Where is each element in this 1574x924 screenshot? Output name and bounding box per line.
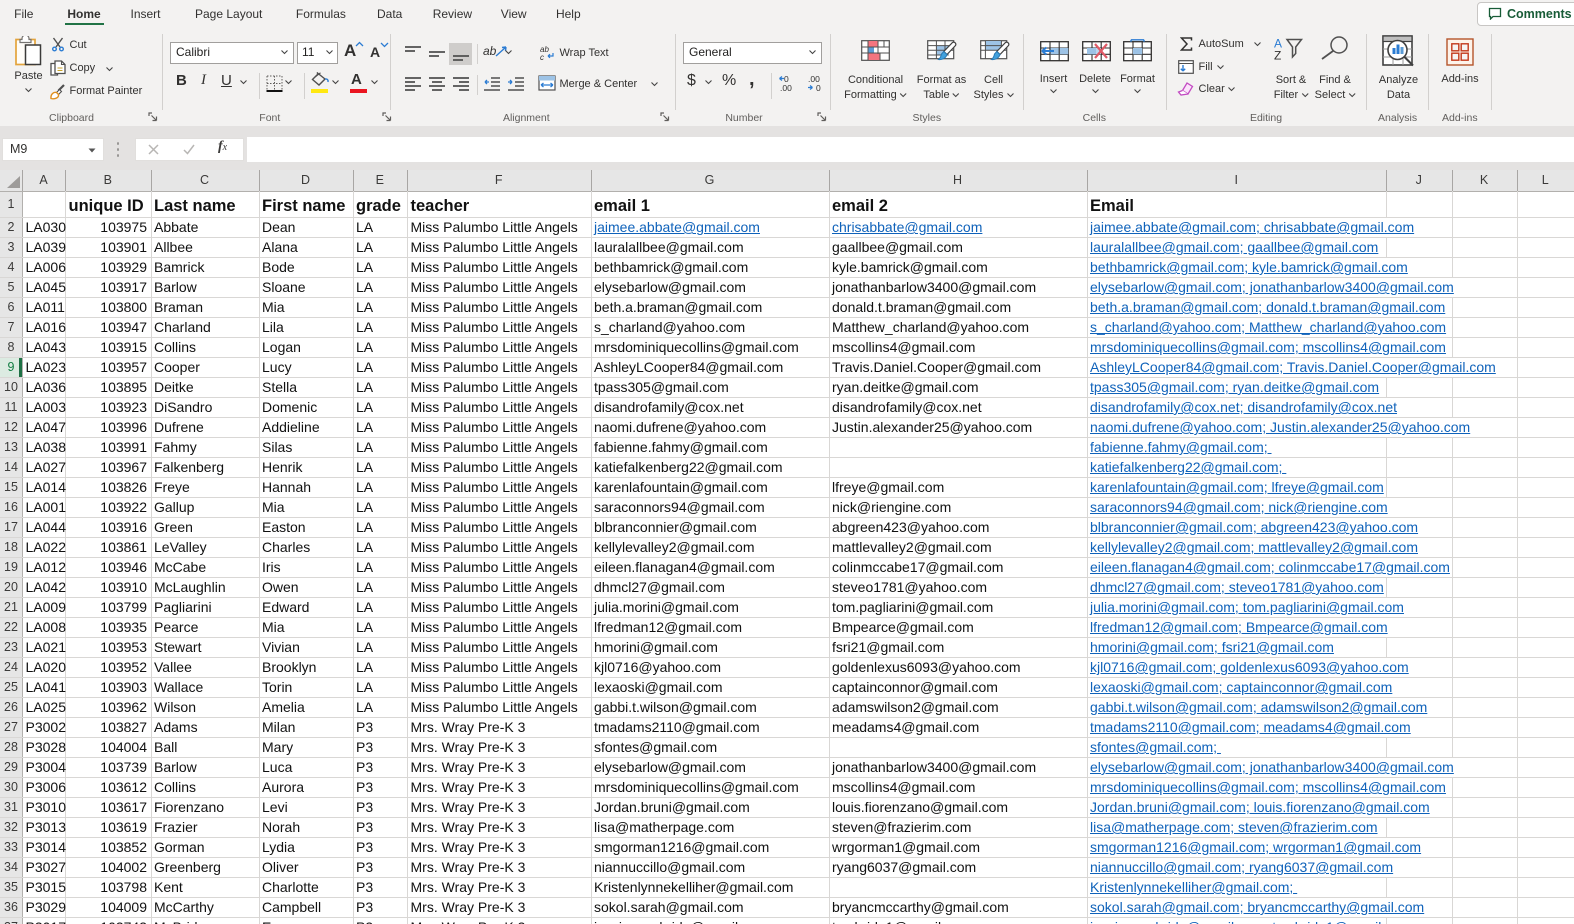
svg-text:.00: .00 <box>780 83 792 92</box>
svg-text:c: c <box>540 53 544 61</box>
svg-text:0: 0 <box>816 83 821 92</box>
svg-text:Z: Z <box>1274 49 1281 61</box>
